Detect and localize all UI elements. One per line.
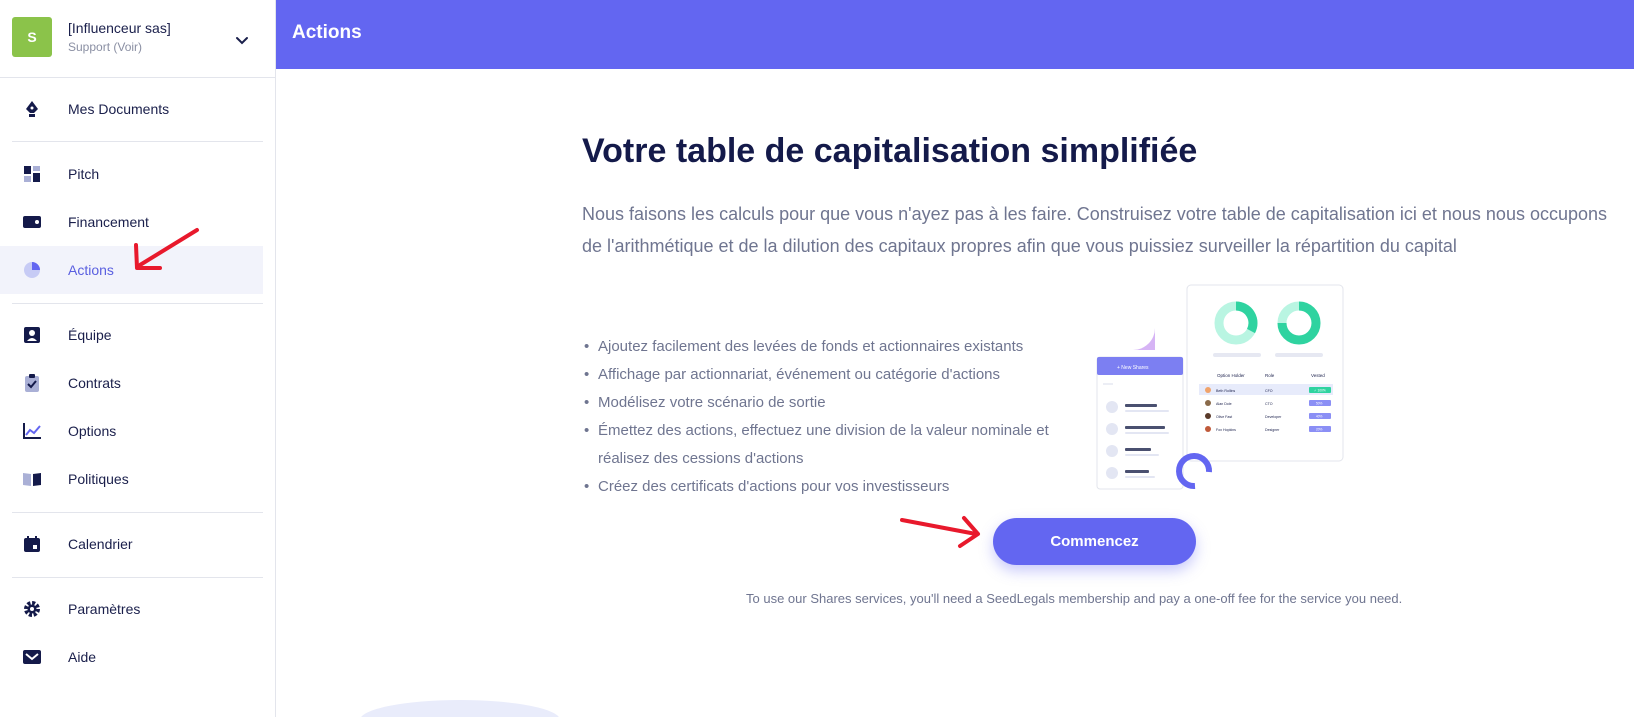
row-role: CTO xyxy=(1265,402,1273,406)
membership-footnote: To use our Shares services, you'll need … xyxy=(746,591,1403,606)
sidebar-item-label: Contrats xyxy=(68,375,121,391)
line-chart-icon xyxy=(22,421,42,441)
sidebar-item-aide[interactable]: Aide xyxy=(0,633,263,681)
row-role: Developer xyxy=(1265,415,1282,419)
row-vested: 40% xyxy=(1316,415,1323,419)
hero-description: Nous faisons les calculs pour que vous n… xyxy=(582,204,1608,256)
divider xyxy=(12,577,263,578)
sidebar-item-politiques[interactable]: Politiques xyxy=(0,455,263,503)
gear-icon xyxy=(22,599,42,619)
sidebar-item-label: Actions xyxy=(68,262,114,278)
row-name: Beth Rollins xyxy=(1216,389,1235,393)
sidebar-item-label: Options xyxy=(68,423,117,439)
sidebar-item-label: Équipe xyxy=(68,327,112,343)
sidebar-item-options[interactable]: Options xyxy=(0,407,263,455)
sidebar-item-equipe[interactable]: Équipe xyxy=(0,311,263,359)
org-avatar: S xyxy=(12,17,52,57)
user-card-icon xyxy=(22,325,42,345)
page-title: Actions xyxy=(292,22,362,43)
sidebar-item-label: Mes Documents xyxy=(68,101,170,117)
list-item: Émettez des actions, effectuez une divis… xyxy=(582,417,1102,473)
row-vested: 20% xyxy=(1316,428,1323,432)
message-icon xyxy=(22,647,42,667)
col-header-option-holder: Option Holder xyxy=(1217,373,1245,378)
col-header-vested: Vested xyxy=(1311,373,1325,378)
sidebar-item-calendrier[interactable]: Calendrier xyxy=(0,520,263,568)
new-shares-label: + New Shares xyxy=(1117,365,1149,371)
cap-table-illustration: Option Holder Role Vested Beth Rollins C… xyxy=(1096,284,1344,490)
hero-title: Votre table de capitalisation simplifiée xyxy=(582,132,1198,170)
list-item: Ajoutez facilement des levées de fonds e… xyxy=(582,333,1102,361)
front-card: + New Shares xyxy=(1096,356,1184,490)
row-vested: 50% xyxy=(1316,402,1323,406)
row-name: Fox Hopkins xyxy=(1216,428,1236,432)
org-switcher[interactable]: S [Influenceur sas] Support (Voir) xyxy=(0,0,276,78)
get-started-button[interactable]: Commencez xyxy=(993,518,1196,565)
list-item: Créez des certificats d'actions pour vos… xyxy=(582,473,1102,501)
calendar-icon xyxy=(22,534,42,554)
quarter-shape xyxy=(1133,328,1155,350)
clipboard-check-icon xyxy=(22,373,42,393)
annotation-arrow-icon xyxy=(134,228,199,270)
sidebar-item-label: Pitch xyxy=(68,166,100,182)
pen-nib-icon xyxy=(22,99,42,119)
divider xyxy=(12,303,263,304)
row-vested: ✓ 100% xyxy=(1314,389,1326,393)
feature-list: Ajoutez facilement des levées de fonds e… xyxy=(582,333,1102,501)
decorative-arc xyxy=(360,700,560,717)
row-role: Designer xyxy=(1265,428,1280,432)
wallet-icon xyxy=(22,212,42,232)
divider xyxy=(12,512,263,513)
sidebar-item-contrats[interactable]: Contrats xyxy=(0,359,263,407)
chevron-down-icon[interactable] xyxy=(234,32,250,48)
back-card: Option Holder Role Vested Beth Rollins C… xyxy=(1186,284,1344,462)
row-name: Olive Fast xyxy=(1216,415,1232,419)
org-name: [Influenceur sas] xyxy=(68,20,171,36)
sidebar-item-pitch[interactable]: Pitch xyxy=(0,150,263,198)
col-header-role: Role xyxy=(1265,373,1275,378)
pie-chart-icon xyxy=(22,260,42,280)
row-name: Alan Dole xyxy=(1216,402,1232,406)
sidebar-item-label: Politiques xyxy=(68,471,129,487)
sidebar-item-parametres[interactable]: Paramètres xyxy=(0,585,263,633)
sidebar-item-label: Paramètres xyxy=(68,601,141,617)
row-role: CFO xyxy=(1265,389,1273,393)
annotation-arrow-icon xyxy=(900,516,980,548)
list-item: Affichage par actionnariat, événement ou… xyxy=(582,361,1102,389)
sidebar: S [Influenceur sas] Support (Voir) Mes D… xyxy=(0,0,276,717)
divider xyxy=(12,141,263,142)
sidebar-item-label: Calendrier xyxy=(68,536,133,552)
top-bar: Actions xyxy=(276,0,1634,69)
list-item: Modélisez votre scénario de sortie xyxy=(582,389,1102,417)
sidebar-item-documents[interactable]: Mes Documents xyxy=(0,85,263,133)
sidebar-item-label: Aide xyxy=(68,649,97,665)
book-icon xyxy=(22,469,42,489)
org-role: Support (Voir) xyxy=(68,40,143,54)
pitch-icon xyxy=(22,164,42,184)
